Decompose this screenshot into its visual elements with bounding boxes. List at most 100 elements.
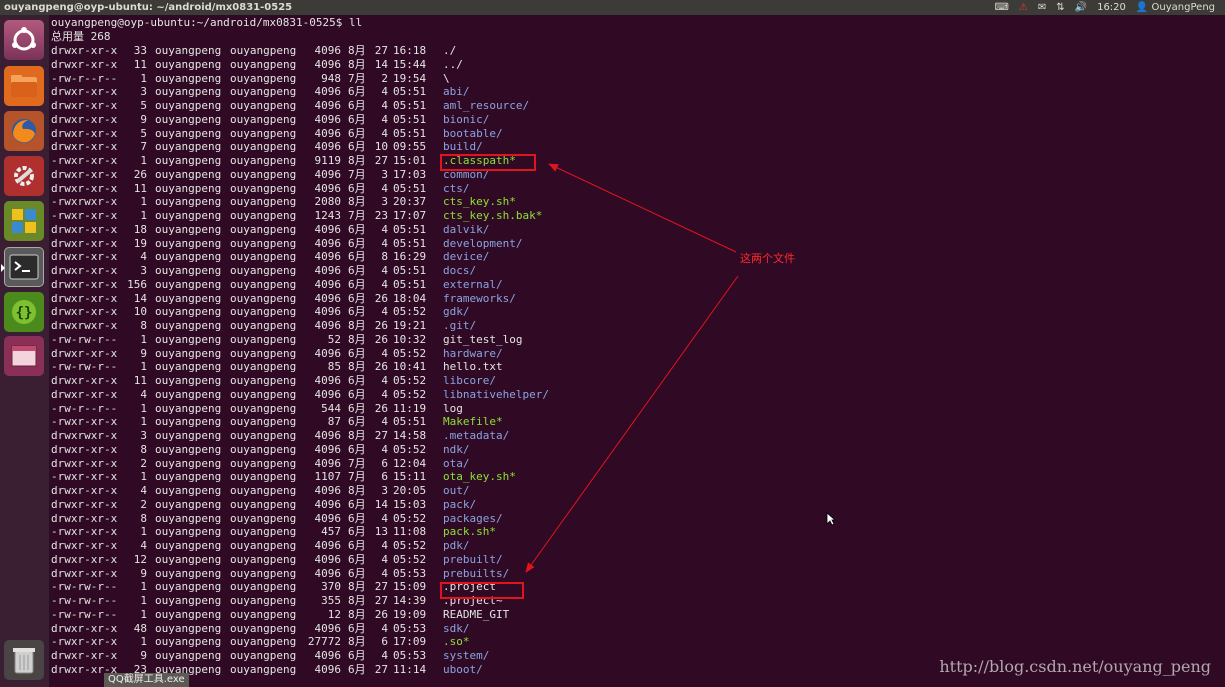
cell-name: ota/ xyxy=(443,456,470,470)
terminal-window[interactable]: ouyangpeng@oyp-ubuntu:~/android/mx0831-0… xyxy=(50,16,1225,687)
mouse-cursor-icon xyxy=(826,512,836,526)
cell-time: 05:52 xyxy=(393,442,427,456)
cell-group: ouyangpeng xyxy=(230,635,297,649)
cell-group: ouyangpeng xyxy=(230,44,297,57)
dash-button[interactable] xyxy=(4,20,44,60)
settings-button[interactable] xyxy=(4,156,44,196)
cell-size: 948 xyxy=(321,71,341,85)
cell-size: 4096 xyxy=(314,305,342,319)
cell-owner: ouyangpeng xyxy=(155,154,222,167)
cell-links: 1 xyxy=(140,594,147,607)
volume-icon[interactable]: 🔊 xyxy=(1075,0,1087,15)
listing-row: -rw-rw-r-- 1 ouyangpeng ouyangpeng 370 8月 27 15… xyxy=(51,580,651,594)
cell-month: 7月 xyxy=(348,71,366,85)
cell-month: 7月 xyxy=(348,456,366,470)
listing-row: drwxrwxr-x 8 ouyangpeng ouyangpeng 4096 8月 26 1… xyxy=(51,319,651,333)
terminal-icon xyxy=(9,254,39,280)
cell-day: 27 xyxy=(374,44,388,57)
cell-time: 05:52 xyxy=(393,511,427,525)
cell-day: 4 xyxy=(381,511,388,525)
cell-owner: ouyangpeng xyxy=(155,140,222,154)
cell-owner: ouyangpeng xyxy=(155,99,222,112)
cell-name: ota_key.sh* xyxy=(443,470,516,484)
cell-group: ouyangpeng xyxy=(230,442,297,456)
user-menu[interactable]: 👤 OuyangPeng xyxy=(1136,0,1215,15)
cell-perm: drwxr-xr-x xyxy=(51,552,118,566)
cell-group: ouyangpeng xyxy=(230,167,297,181)
files-button[interactable] xyxy=(4,66,44,106)
network-icon[interactable]: ⇅ xyxy=(1056,0,1064,15)
cell-day: 27 xyxy=(374,594,388,607)
cell-links: 1 xyxy=(140,415,147,429)
cell-group: ouyangpeng xyxy=(230,112,297,126)
cell-links: 1 xyxy=(140,525,147,539)
cell-size: 1243 xyxy=(314,209,342,222)
cell-owner: ouyangpeng xyxy=(155,456,222,470)
cell-links: 8 xyxy=(140,511,147,525)
cell-group: ouyangpeng xyxy=(230,71,297,85)
alert-icon[interactable]: ⚠ xyxy=(1019,0,1028,15)
trash-button[interactable] xyxy=(4,640,44,680)
cell-perm: -rw-r--r-- xyxy=(51,401,118,415)
cell-name: prebuilt/ xyxy=(443,552,503,566)
cell-links: 11 xyxy=(133,181,147,195)
cell-group: ouyangpeng xyxy=(230,236,297,250)
settings-icon xyxy=(14,166,34,186)
terminal-button[interactable] xyxy=(1,247,44,287)
workspace-icon xyxy=(12,209,36,233)
cell-links: 48 xyxy=(133,621,147,635)
window-manager-button[interactable] xyxy=(4,336,44,376)
cell-owner: ouyangpeng xyxy=(155,539,222,552)
cell-month: 8月 xyxy=(348,154,366,167)
cell-name: ndk/ xyxy=(443,442,470,456)
cell-group: ouyangpeng xyxy=(230,154,297,167)
listing-row: drwxr-xr-x 18 ouyangpeng ouyangpeng 4096 6月 4 0… xyxy=(51,223,651,237)
cell-time: 05:51 xyxy=(393,99,427,112)
cell-day: 4 xyxy=(381,621,388,635)
cell-time: 19:09 xyxy=(393,607,427,621)
cell-name: build/ xyxy=(443,140,483,154)
workspace-switcher-button[interactable] xyxy=(4,201,44,241)
cell-name: pack.sh* xyxy=(443,525,496,539)
cell-perm: drwxr-xr-x xyxy=(51,112,118,126)
keyboard-icon[interactable]: ⌨ xyxy=(994,0,1008,15)
cell-time: 16:18 xyxy=(393,44,427,57)
cell-name: packages/ xyxy=(443,511,503,525)
clock[interactable]: 16:20 xyxy=(1097,0,1126,15)
cell-month: 7月 xyxy=(348,167,366,181)
cell-owner: ouyangpeng xyxy=(155,525,222,539)
firefox-button[interactable] xyxy=(4,111,44,151)
cell-size: 4096 xyxy=(314,250,342,264)
listing-row: drwxr-xr-x 3 ouyangpeng ouyangpeng 4096 6月 4 05… xyxy=(51,264,651,278)
cell-time: 10:41 xyxy=(393,360,427,374)
cell-day: 10 xyxy=(374,140,388,154)
cell-links: 7 xyxy=(140,140,147,154)
cell-month: 8月 xyxy=(348,44,366,57)
cell-size: 4096 xyxy=(314,511,342,525)
cell-links: 8 xyxy=(140,319,147,332)
cell-name: hardware/ xyxy=(443,346,503,360)
cell-links: 8 xyxy=(140,442,147,456)
cell-owner: ouyangpeng xyxy=(155,442,222,456)
cell-size: 4096 xyxy=(314,662,342,676)
cell-owner: ouyangpeng xyxy=(155,291,222,305)
cell-perm: -rw-rw-r-- xyxy=(51,607,118,621)
cell-month: 7月 xyxy=(348,470,366,484)
cell-name: cts/ xyxy=(443,181,470,195)
cell-group: ouyangpeng xyxy=(230,332,297,346)
cell-month: 6月 xyxy=(348,511,366,525)
listing-row: -rw-rw-r-- 1 ouyangpeng ouyangpeng 52 8月 26 10:… xyxy=(51,333,651,347)
cell-day: 4 xyxy=(381,566,388,580)
brackets-button[interactable]: {} xyxy=(4,292,44,332)
cell-time: 17:03 xyxy=(393,167,427,181)
cell-day: 4 xyxy=(381,277,388,291)
cell-size: 4096 xyxy=(314,44,342,57)
listing-row: drwxr-xr-x 4 ouyangpeng ouyangpeng 4096 8月 3 20… xyxy=(51,484,651,498)
cell-owner: ouyangpeng xyxy=(155,635,222,649)
listing-row: drwxr-xr-x 10 ouyangpeng ouyangpeng 4096 6月 4 0… xyxy=(51,305,651,319)
cell-perm: drwxr-xr-x xyxy=(51,649,118,662)
cell-name: log xyxy=(443,401,463,415)
cell-name: bionic/ xyxy=(443,112,490,126)
mail-icon[interactable]: ✉ xyxy=(1038,0,1046,15)
cell-name: libcore/ xyxy=(443,374,496,387)
